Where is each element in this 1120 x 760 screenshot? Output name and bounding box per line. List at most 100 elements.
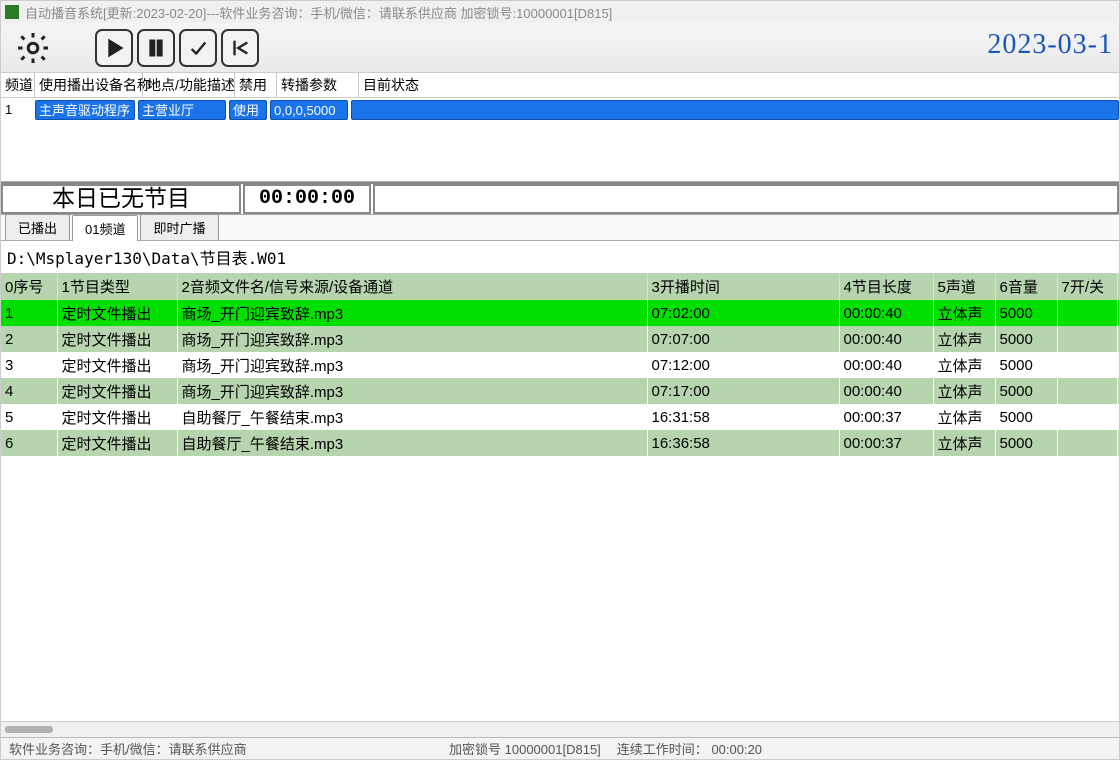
play-button[interactable]: [95, 29, 133, 67]
cell-seq: 3: [1, 352, 57, 378]
cell-start: 07:12:00: [647, 352, 839, 378]
col-params: 转播参数: [277, 73, 359, 97]
channel-device-tag: 主声音驱动程序: [35, 100, 135, 120]
toolbar: 2023-03-1: [1, 23, 1119, 73]
today-status: 本日已无节目: [1, 184, 241, 214]
table-row[interactable]: 3定时文件播出商场_开门迎宾致辞.mp307:12:0000:00:40立体声5…: [1, 352, 1119, 378]
cell-sw: [1057, 352, 1117, 378]
settings-button[interactable]: [11, 26, 55, 70]
cell-sw: [1057, 326, 1117, 352]
cell-type: 定时文件播出: [57, 404, 177, 430]
cell-start: 07:02:00: [647, 300, 839, 326]
col-extra[interactable]: 8: [1117, 273, 1119, 300]
cell-sw: [1057, 378, 1117, 404]
status-runtime: 连续工作时间： 00:00:20: [609, 739, 770, 758]
cell-ch: 立体声: [933, 352, 995, 378]
col-channel[interactable]: 5声道: [933, 273, 995, 300]
cell-seq: 4: [1, 378, 57, 404]
window-title: 自动播音系统[更新:2023-02-20]---软件业务咨询：手机/微信：请联系…: [25, 3, 612, 22]
tab-channel01[interactable]: 01频道: [72, 215, 138, 241]
cell-ch: 立体声: [933, 430, 995, 456]
channel-location-tag: 主营业厅: [138, 100, 226, 120]
col-volume[interactable]: 6音量: [995, 273, 1057, 300]
tab-played[interactable]: 已播出: [5, 214, 70, 240]
table-row[interactable]: 5定时文件播出自助餐厅_午餐结束.mp316:31:5800:00:37立体声5…: [1, 404, 1119, 430]
cell-ch: 立体声: [933, 404, 995, 430]
cell-len: 00:00:40: [839, 378, 933, 404]
cell-start: 16:36:58: [647, 430, 839, 456]
playlist-path: D:\Msplayer130\Data\节目表.W01: [1, 241, 1119, 273]
horizontal-scrollbar[interactable]: [1, 721, 1119, 737]
cell-ch: 立体声: [933, 326, 995, 352]
cell-file: 商场_开门迎宾致辞.mp3: [177, 378, 647, 404]
col-start[interactable]: 3开播时间: [647, 273, 839, 300]
col-disabled: 禁用: [235, 73, 277, 97]
col-file[interactable]: 2音频文件名/信号来源/设备通道: [177, 273, 647, 300]
col-location: 地点/功能描述: [143, 73, 235, 97]
cell-ext: 07: [1117, 300, 1119, 326]
cell-file: 商场_开门迎宾致辞.mp3: [177, 326, 647, 352]
status-lock-value: 10000001[D815]: [505, 742, 601, 757]
mid-bar: 本日已无节目 00:00:00: [1, 182, 1119, 215]
col-status: 目前状态: [359, 73, 1119, 97]
cell-file: 自助餐厅_午餐结束.mp3: [177, 404, 647, 430]
back-button[interactable]: [221, 29, 259, 67]
scrollbar-thumb[interactable]: [5, 726, 53, 733]
channel-body: 1 主声音驱动程序 主营业厅 使用 0,0,0,5000: [1, 98, 1119, 182]
play-icon: [103, 37, 125, 59]
mid-spacer: [373, 184, 1119, 214]
check-icon: [187, 37, 209, 59]
table-row[interactable]: 2定时文件播出商场_开门迎宾致辞.mp307:07:0000:00:40立体声5…: [1, 326, 1119, 352]
pause-icon: [145, 37, 167, 59]
cell-type: 定时文件播出: [57, 430, 177, 456]
channel-row-empty: [1, 124, 1119, 146]
table-row[interactable]: 1定时文件播出商场_开门迎宾致辞.mp307:02:0000:00:40立体声5…: [1, 300, 1119, 326]
cell-len: 00:00:37: [839, 404, 933, 430]
cell-sw: [1057, 404, 1117, 430]
tab-bar: 已播出 01频道 即时广播: [1, 215, 1119, 241]
table-row[interactable]: 6定时文件播出自助餐厅_午餐结束.mp316:36:5800:00:37立体声5…: [1, 430, 1119, 456]
cell-seq: 2: [1, 326, 57, 352]
col-switch[interactable]: 7开/关: [1057, 273, 1117, 300]
col-channel: 频道: [1, 73, 35, 97]
channel-disabled-tag: 使用: [229, 100, 267, 120]
col-seq[interactable]: 0序号: [1, 273, 57, 300]
playlist-header-row: 0序号 1节目类型 2音频文件名/信号来源/设备通道 3开播时间 4节目长度 5…: [1, 273, 1119, 300]
pause-button[interactable]: [137, 29, 175, 67]
cell-len: 00:00:40: [839, 300, 933, 326]
app-icon: [5, 5, 19, 19]
cell-seq: 1: [1, 300, 57, 326]
channel-row[interactable]: 1 主声音驱动程序 主营业厅 使用 0,0,0,5000: [1, 100, 1119, 122]
cell-vol: 5000: [995, 378, 1057, 404]
cell-ch: 立体声: [933, 378, 995, 404]
title-bar: 自动播音系统[更新:2023-02-20]---软件业务咨询：手机/微信：请联系…: [1, 1, 1119, 23]
col-device: 使用播出设备名称: [35, 73, 143, 97]
cell-seq: 5: [1, 404, 57, 430]
col-type[interactable]: 1节目类型: [57, 273, 177, 300]
cell-type: 定时文件播出: [57, 300, 177, 326]
status-bar: 软件业务咨询：手机/微信：请联系供应商 加密锁号 10000001[D815] …: [1, 737, 1119, 759]
check-button[interactable]: [179, 29, 217, 67]
cell-ch: 立体声: [933, 300, 995, 326]
cell-ext: 07: [1117, 352, 1119, 378]
playlist-table: 0序号 1节目类型 2音频文件名/信号来源/设备通道 3开播时间 4节目长度 5…: [1, 273, 1119, 456]
tab-instant[interactable]: 即时广播: [140, 214, 218, 240]
cell-file: 商场_开门迎宾致辞.mp3: [177, 300, 647, 326]
status-lock: 加密锁号 10000001[D815]: [441, 739, 609, 758]
elapsed-time: 00:00:00: [243, 184, 371, 214]
cell-vol: 5000: [995, 352, 1057, 378]
transport-controls: [95, 29, 259, 67]
status-left: 软件业务咨询：手机/微信：请联系供应商: [1, 739, 441, 758]
channel-index-empty: [1, 124, 35, 146]
cell-vol: 5000: [995, 326, 1057, 352]
status-runtime-value: 00:00:20: [711, 742, 762, 757]
cell-sw: [1057, 430, 1117, 456]
table-row[interactable]: 4定时文件播出商场_开门迎宾致辞.mp307:17:0000:00:40立体声5…: [1, 378, 1119, 404]
cell-seq: 6: [1, 430, 57, 456]
cell-len: 00:00:40: [839, 326, 933, 352]
gear-icon: [15, 30, 51, 66]
col-len[interactable]: 4节目长度: [839, 273, 933, 300]
cell-vol: 5000: [995, 404, 1057, 430]
date-display: 2023-03-1: [987, 29, 1113, 61]
channel-header: 频道 使用播出设备名称 地点/功能描述 禁用 转播参数 目前状态: [1, 73, 1119, 98]
